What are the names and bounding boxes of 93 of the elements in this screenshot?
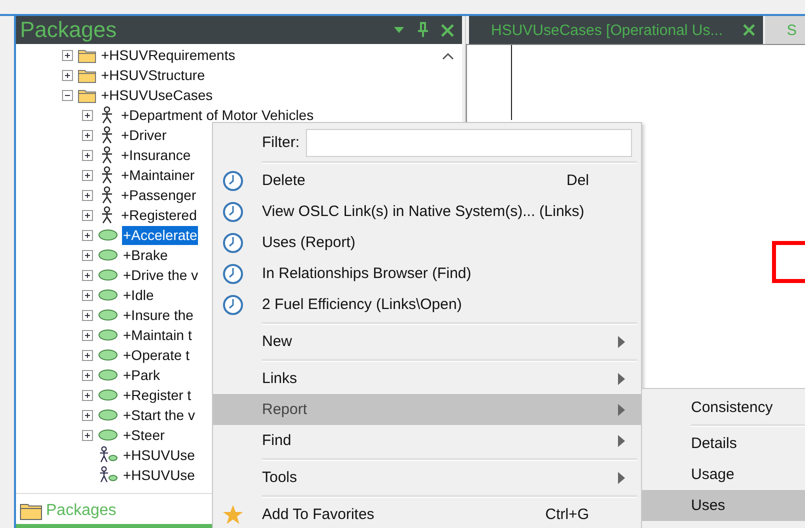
folder-icon <box>20 502 42 520</box>
expander[interactable] <box>82 110 93 120</box>
panel-title: Packages <box>20 17 118 43</box>
expander[interactable] <box>82 170 93 180</box>
tree-item[interactable]: +Maintainer <box>120 166 196 184</box>
use-case-icon <box>98 329 118 341</box>
folder-icon <box>78 68 96 82</box>
tree-item[interactable]: +Steer <box>122 426 166 444</box>
expander[interactable] <box>82 150 93 160</box>
tree-item[interactable]: +Brake <box>122 246 169 264</box>
submenu-arrow-icon <box>618 434 625 446</box>
use-case-icon <box>98 289 118 301</box>
clock-icon <box>222 294 244 316</box>
menu-item[interactable]: In Relationships Browser (Find) <box>213 258 641 289</box>
expander[interactable] <box>82 350 93 360</box>
tree-item[interactable]: +Drive the v <box>122 266 200 284</box>
clock-icon <box>222 262 244 284</box>
diagram-icon <box>98 466 118 484</box>
document-tab[interactable]: HSUVUseCases [Operational Us... <box>469 16 763 44</box>
tree-item[interactable]: +Accelerate <box>122 226 198 244</box>
tree-item[interactable]: +Insure the <box>122 306 194 324</box>
menu-item[interactable]: Uses (Report) <box>213 227 641 258</box>
use-case-icon <box>98 309 118 321</box>
menu-item[interactable]: 2 Fuel Efficiency (Links\Open) <box>213 289 641 320</box>
menu-item[interactable]: Details <box>642 428 805 459</box>
folder-icon <box>78 88 96 102</box>
expander[interactable] <box>82 270 93 280</box>
tree-item[interactable]: +Registered <box>120 206 198 224</box>
tree-item[interactable]: +HSUVUse <box>122 446 196 464</box>
tree-item[interactable]: +HSUVUseCases <box>100 86 214 104</box>
close-icon[interactable] <box>441 24 454 36</box>
menu-item[interactable]: Links <box>213 363 641 394</box>
menu-item[interactable]: View OSLC Link(s) in Native System(s)... (Links) <box>213 196 641 227</box>
star-icon <box>222 504 244 526</box>
use-case-icon <box>98 429 118 441</box>
submenu-arrow-icon <box>618 472 625 484</box>
menu-item[interactable]: New <box>213 326 641 357</box>
use-case-icon <box>98 349 118 361</box>
expander[interactable] <box>82 190 93 200</box>
filter-label: Filter: <box>262 134 300 151</box>
tree-item[interactable]: +Department of Motor Vehicles <box>120 106 315 124</box>
clock-icon <box>222 170 244 192</box>
expander[interactable] <box>62 90 73 100</box>
scroll-up-icon[interactable] <box>442 52 454 60</box>
tree-item[interactable]: +Driver <box>120 126 168 144</box>
diagram-icon <box>98 446 118 464</box>
menu-item[interactable]: Delete Del <box>213 165 641 196</box>
expander[interactable] <box>82 310 93 320</box>
expander[interactable] <box>82 330 93 340</box>
use-case-icon <box>98 249 118 261</box>
menu-item[interactable]: Report <box>213 394 641 425</box>
menu-item[interactable]: Usage <box>642 459 805 490</box>
tree-item[interactable]: +Passenger <box>120 186 198 204</box>
use-case-icon <box>98 229 118 241</box>
menu-item[interactable]: Add To Favorites Ctrl+G <box>213 499 641 528</box>
submenu-arrow-icon <box>618 336 625 348</box>
menu-item[interactable]: Tools <box>213 462 641 493</box>
submenu-arrow-icon <box>618 372 625 384</box>
expander[interactable] <box>82 250 93 260</box>
tree-item[interactable]: +Insurance <box>120 146 192 164</box>
tree-item[interactable]: +Operate t <box>122 346 191 364</box>
pin-icon[interactable] <box>417 22 429 38</box>
expander[interactable] <box>82 290 93 300</box>
expander[interactable] <box>82 230 93 240</box>
submenu-arrow-icon <box>618 404 625 416</box>
tree-item[interactable]: +Idle <box>122 286 155 304</box>
expander[interactable] <box>62 50 73 60</box>
expander[interactable] <box>82 370 93 380</box>
use-case-icon <box>98 369 118 381</box>
expander[interactable] <box>82 410 93 420</box>
expander[interactable] <box>82 390 93 400</box>
use-case-icon <box>98 389 118 401</box>
expander[interactable] <box>62 70 73 80</box>
clock-icon <box>222 200 244 222</box>
expander[interactable] <box>82 430 93 440</box>
close-icon[interactable] <box>742 24 755 36</box>
tree-item[interactable]: +Start the v <box>122 406 196 424</box>
expander[interactable] <box>82 210 93 220</box>
clock-icon <box>222 232 244 254</box>
menu-item[interactable]: Uses <box>642 490 805 521</box>
tree-item[interactable]: +Maintain t <box>122 326 193 344</box>
tree-item[interactable]: +HSUVStructure <box>100 66 206 84</box>
use-case-icon <box>98 409 118 421</box>
filter-field[interactable] <box>306 128 632 156</box>
tree-item[interactable]: +HSUVRequirements <box>100 46 236 64</box>
expander[interactable] <box>82 130 93 140</box>
menu-item[interactable]: Consistency <box>642 392 805 423</box>
tree-item[interactable]: +Park <box>122 366 161 384</box>
tree-item[interactable]: +Register t <box>122 386 192 404</box>
tree-item[interactable]: +HSUVUse <box>122 466 196 484</box>
folder-icon <box>78 48 96 62</box>
menu-item[interactable]: Find <box>213 425 641 456</box>
use-case-icon <box>98 269 118 281</box>
